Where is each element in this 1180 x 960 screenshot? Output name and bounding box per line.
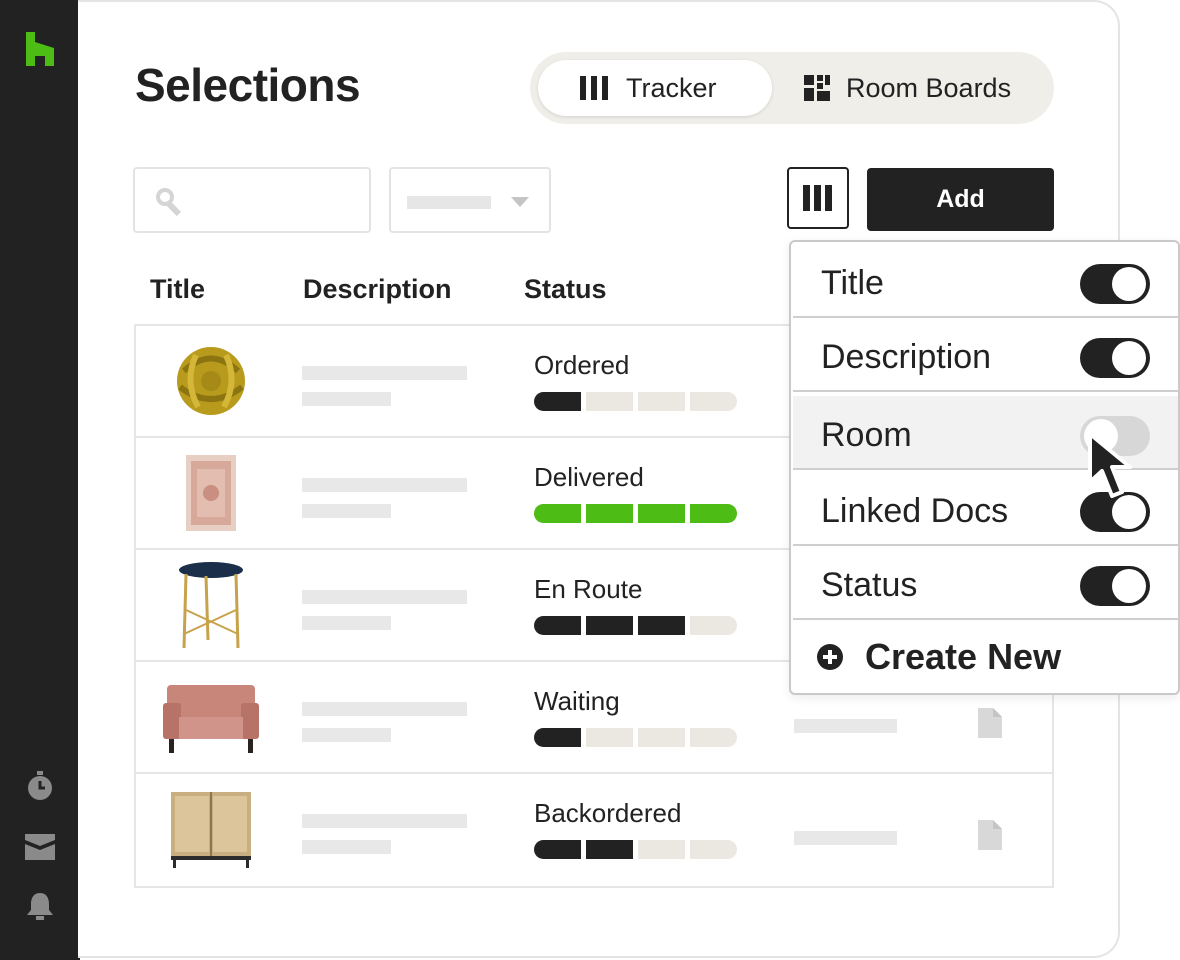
progress-segment xyxy=(534,504,581,523)
room-placeholder xyxy=(794,831,897,845)
progress-segment xyxy=(586,504,633,523)
menu-item-description[interactable]: Description xyxy=(793,318,1178,392)
description-placeholder xyxy=(302,702,467,716)
progress-segment xyxy=(586,728,633,747)
column-header-description[interactable]: Description xyxy=(303,274,452,305)
knot-pillow-image xyxy=(156,336,266,426)
area-rug-image xyxy=(156,448,266,538)
table-row[interactable]: Backordered xyxy=(136,774,1052,886)
room-boards-tab[interactable]: Room Boards xyxy=(792,60,1048,116)
room-placeholder xyxy=(794,719,897,733)
description-placeholder xyxy=(302,728,391,742)
rattan-cabinet-image xyxy=(156,784,266,874)
progress-segment xyxy=(690,392,737,411)
status-label: Backordered xyxy=(534,798,682,828)
description-placeholder xyxy=(302,814,467,828)
progress-segment xyxy=(690,504,737,523)
menu-item-status[interactable]: Status xyxy=(793,546,1178,620)
status-progress xyxy=(534,840,739,859)
toggle-knob xyxy=(1112,267,1146,301)
create-new-button[interactable]: Create New xyxy=(817,636,1061,678)
status-progress xyxy=(534,504,739,523)
menu-item-label: Status xyxy=(821,566,918,604)
document-icon[interactable] xyxy=(978,820,1002,855)
column-header-title[interactable]: Title xyxy=(150,274,205,305)
add-button[interactable]: Add xyxy=(867,168,1054,231)
columns-button[interactable] xyxy=(787,167,849,229)
plus-circle-icon xyxy=(817,644,843,670)
create-new-label: Create New xyxy=(865,636,1062,677)
progress-segment xyxy=(534,616,581,635)
page-title: Selections xyxy=(135,59,361,111)
description-toggle[interactable] xyxy=(1080,338,1150,378)
bell-icon[interactable] xyxy=(24,891,56,921)
progress-segment xyxy=(586,392,633,411)
side-table-image xyxy=(156,560,266,650)
columns-icon xyxy=(580,76,608,100)
progress-segment xyxy=(534,840,581,859)
status-label: En Route xyxy=(534,574,643,604)
toggle-knob xyxy=(1112,569,1146,603)
title-toggle[interactable] xyxy=(1080,264,1150,304)
description-placeholder xyxy=(302,504,391,518)
document-icon[interactable] xyxy=(978,708,1002,743)
tracker-tab[interactable]: Tracker xyxy=(538,60,772,116)
sidebar xyxy=(0,0,80,960)
progress-segment xyxy=(586,616,633,635)
progress-segment xyxy=(534,392,581,411)
progress-segment xyxy=(690,840,737,859)
mouse-pointer-icon xyxy=(1086,430,1150,507)
progress-segment xyxy=(638,616,685,635)
description-placeholder xyxy=(302,392,391,406)
view-switcher: Tracker Room Boards xyxy=(530,52,1054,124)
description-placeholder xyxy=(302,478,467,492)
progress-segment xyxy=(638,728,685,747)
status-progress xyxy=(534,728,739,747)
description-placeholder xyxy=(302,840,391,854)
status-label: Waiting xyxy=(534,686,620,716)
armchair-image xyxy=(156,672,266,762)
search-icon xyxy=(156,188,182,217)
status-progress xyxy=(534,616,739,635)
description-placeholder xyxy=(302,616,391,630)
inbox-icon[interactable] xyxy=(24,832,56,862)
status-toggle[interactable] xyxy=(1080,566,1150,606)
menu-item-label: Room xyxy=(821,416,912,454)
progress-segment xyxy=(638,392,685,411)
room-boards-tab-label: Room Boards xyxy=(846,72,1012,103)
description-placeholder xyxy=(302,590,467,604)
houzz-logo-icon[interactable] xyxy=(24,32,56,66)
progress-segment xyxy=(638,504,685,523)
menu-item-title[interactable]: Title xyxy=(793,244,1178,318)
columns-icon xyxy=(803,185,832,211)
column-header-status[interactable]: Status xyxy=(524,274,607,305)
stopwatch-icon[interactable] xyxy=(24,771,56,801)
progress-segment xyxy=(586,840,633,859)
search-input[interactable] xyxy=(133,167,371,233)
toggle-knob xyxy=(1112,341,1146,375)
progress-segment xyxy=(534,728,581,747)
progress-segment xyxy=(690,616,737,635)
chevron-down-icon xyxy=(511,197,529,207)
progress-segment xyxy=(690,728,737,747)
menu-item-label: Description xyxy=(821,338,992,376)
menu-item-label: Linked Docs xyxy=(821,492,1009,530)
menu-item-label: Title xyxy=(821,264,884,302)
status-label: Delivered xyxy=(534,462,644,492)
filter-dropdown[interactable] xyxy=(389,167,551,233)
status-progress xyxy=(534,392,739,411)
description-placeholder xyxy=(302,366,467,380)
boards-grid-icon xyxy=(804,75,830,101)
tracker-tab-label: Tracker xyxy=(626,72,717,103)
status-label: Ordered xyxy=(534,350,630,380)
progress-segment xyxy=(638,840,685,859)
filter-placeholder xyxy=(407,196,491,209)
